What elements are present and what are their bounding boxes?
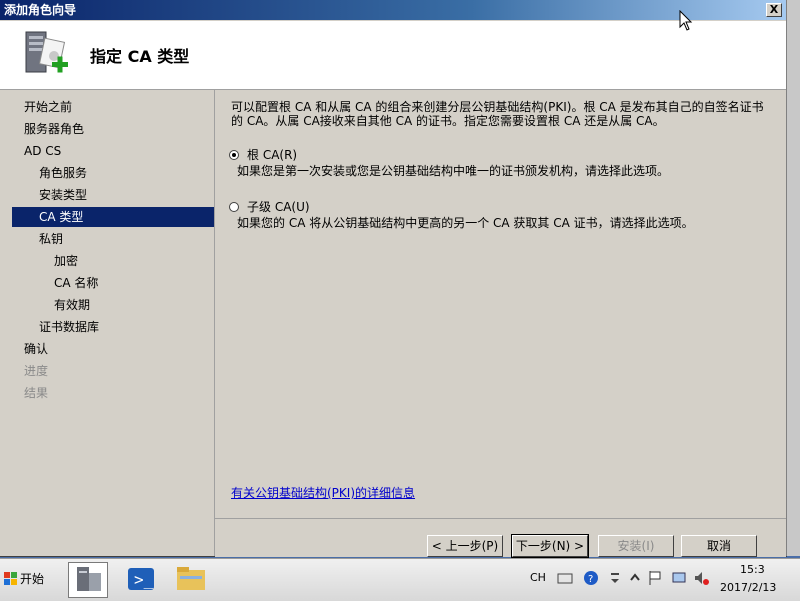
svg-text:?: ? — [588, 574, 593, 585]
description-line-2: 的 CA。从属 CA接收来自其他 CA 的证书。指定您需要设置根 CA 还是从属… — [231, 114, 665, 128]
subordinate-ca-radio[interactable] — [229, 202, 239, 212]
explorer-icon — [177, 567, 205, 590]
next-button[interactable]: 下一步(N) > — [511, 534, 589, 558]
nav-item-progress: 进度 — [24, 364, 49, 378]
pki-more-info-link[interactable]: 有关公钥基础结构(PKI)的详细信息 — [231, 486, 415, 500]
title-bar[interactable]: 添加角色向导 X — [0, 0, 786, 20]
mouse-cursor-icon — [679, 10, 693, 31]
root-ca-description: 如果您是第一次安装或您是公钥基础结构中唯一的证书颁发机构，请选择此选项。 — [237, 164, 670, 178]
nav-item-private-key[interactable]: 私钥 — [12, 229, 214, 249]
nav-item-validity-period[interactable]: 有效期 — [12, 295, 214, 315]
subordinate-ca-label[interactable]: 子级 CA(U) — [247, 200, 310, 214]
language-indicator[interactable]: CH — [530, 571, 546, 584]
flag-icon[interactable] — [646, 569, 664, 587]
keyboard-icon[interactable] — [556, 569, 574, 587]
network-icon[interactable] — [670, 569, 688, 587]
close-button[interactable]: X — [766, 3, 782, 17]
nav-item-certificate-database[interactable]: 证书数据库 — [12, 317, 214, 337]
window-title: 添加角色向导 — [4, 3, 77, 17]
server-role-icon — [25, 31, 68, 73]
description-line-1: 可以配置根 CA 和从属 CA 的组合来创建分层公钥基础结构(PKI)。根 CA… — [231, 100, 764, 114]
root-ca-radio[interactable] — [229, 150, 239, 160]
ca-type-description: 可以配置根 CA 和从属 CA 的组合来创建分层公钥基础结构(PKI)。根 CA… — [231, 100, 771, 128]
chevron-up-icon[interactable] — [626, 569, 644, 587]
install-button: 安装(I) — [598, 535, 674, 557]
nav-item-role-services[interactable]: 角色服务 — [12, 163, 214, 183]
clock-time[interactable]: 15:3 — [740, 563, 765, 576]
ime-options-icon[interactable] — [606, 569, 624, 587]
powershell-taskbar-button[interactable]: >_ — [122, 562, 162, 598]
wizard-steps-nav: 开始之前 服务器角色 AD CS 角色服务 安装类型 CA 类型 私钥 加密 C… — [0, 90, 215, 556]
cancel-button[interactable]: 取消 — [681, 535, 757, 557]
svg-text:>_: >_ — [134, 570, 154, 589]
nav-item-confirmation[interactable]: 确认 — [12, 339, 214, 359]
start-button[interactable]: 开始 — [2, 565, 56, 593]
add-roles-wizard-window: 添加角色向导 X 指定 CA 类型 开始之前 服务器角色 AD CS 角色服务 … — [0, 0, 787, 558]
page-title: 指定 CA 类型 — [90, 47, 190, 66]
nav-item-setup-type[interactable]: 安装类型 — [12, 185, 214, 205]
windows-logo-icon — [4, 572, 17, 585]
server-manager-taskbar-button[interactable] — [68, 562, 108, 598]
nav-item-before-you-begin[interactable]: 开始之前 — [12, 97, 214, 117]
back-button[interactable]: < 上一步(P) — [427, 535, 503, 557]
root-ca-label[interactable]: 根 CA(R) — [247, 148, 297, 162]
explorer-taskbar-button[interactable] — [172, 562, 212, 598]
wizard-header: 指定 CA 类型 — [0, 21, 786, 90]
start-label: 开始 — [20, 572, 45, 586]
powershell-icon: >_ — [128, 568, 154, 590]
nav-item-ad-cs[interactable]: AD CS — [12, 141, 214, 161]
ca-type-panel: 可以配置根 CA 和从属 CA 的组合来创建分层公钥基础结构(PKI)。根 CA… — [215, 90, 786, 518]
wizard-button-bar: < 上一步(P) 下一步(N) > 安装(I) 取消 — [215, 518, 786, 558]
nav-item-results: 结果 — [24, 386, 49, 400]
nav-item-ca-name[interactable]: CA 名称 — [12, 273, 214, 293]
volume-icon[interactable] — [692, 569, 710, 587]
nav-item-cryptography[interactable]: 加密 — [12, 251, 214, 271]
clock-date[interactable]: 2017/2/13 — [720, 581, 776, 594]
subordinate-ca-description: 如果您的 CA 将从公钥基础结构中更高的另一个 CA 获取其 CA 证书，请选择… — [237, 216, 694, 230]
help-icon[interactable]: ? — [582, 569, 600, 587]
nav-item-ca-type[interactable]: CA 类型 — [12, 207, 214, 227]
desktop-scrollbar[interactable] — [786, 0, 800, 556]
nav-item-server-roles[interactable]: 服务器角色 — [12, 119, 214, 139]
server-manager-icon — [77, 567, 101, 591]
taskbar: 开始 >_ CH ? 15:3 2017/2/13 — [0, 558, 800, 601]
